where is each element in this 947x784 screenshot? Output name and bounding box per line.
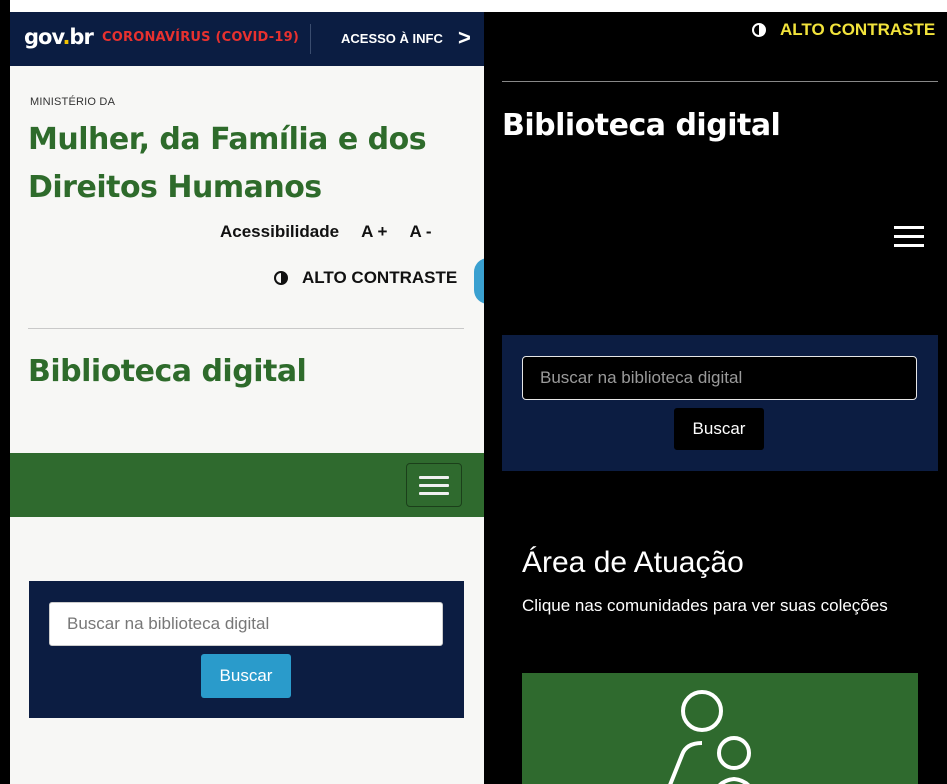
high-contrast-view: ALTO CONTRASTE Biblioteca digital Buscar… xyxy=(484,12,947,784)
community-card[interactable] xyxy=(522,673,918,784)
covid-link[interactable]: CORONAVÍRUS (COVID-19) xyxy=(102,30,299,45)
section-title: Área de Atuação xyxy=(522,546,744,579)
acesso-informacao-link[interactable]: ACESSO À INFC xyxy=(341,31,443,46)
gov-topbar: gov.br CORONAVÍRUS (COVID-19) ACESSO À I… xyxy=(10,12,484,66)
ministry-prefix: MINISTÉRIO DA xyxy=(30,96,116,108)
section-subtitle: Clique nas comunidades para ver suas col… xyxy=(522,596,888,615)
divider xyxy=(502,81,938,82)
page-title: Biblioteca digital xyxy=(502,108,781,143)
normal-mode-view: gov.br CORONAVÍRUS (COVID-19) ACESSO À I… xyxy=(10,12,484,784)
high-contrast-toggle[interactable]: ALTO CONTRASTE xyxy=(752,20,935,40)
menu-icon[interactable] xyxy=(406,463,462,507)
search-button[interactable]: Buscar xyxy=(201,654,291,698)
search-panel: Buscar na biblioteca digital Buscar xyxy=(29,581,464,718)
font-decrease-button[interactable]: A - xyxy=(410,222,432,241)
topbar-divider xyxy=(310,24,311,54)
contrast-icon xyxy=(752,23,766,37)
search-input[interactable]: Buscar na biblioteca digital xyxy=(49,602,443,646)
contrast-icon xyxy=(274,271,288,285)
page-title: Biblioteca digital xyxy=(28,354,307,389)
search-button[interactable]: Buscar xyxy=(674,408,764,450)
search-input[interactable]: Buscar na biblioteca digital xyxy=(522,356,917,400)
search-panel: Buscar na biblioteca digital Buscar xyxy=(502,335,938,471)
divider xyxy=(28,328,464,329)
ministry-name[interactable]: Mulher, da Família e dos Direitos Humano… xyxy=(28,116,468,212)
menu-icon[interactable] xyxy=(894,226,926,247)
accessibility-controls: Acessibilidade A + A - xyxy=(220,222,450,242)
govbr-logo[interactable]: gov.br xyxy=(24,25,94,49)
high-contrast-toggle[interactable]: ALTO CONTRASTE xyxy=(274,268,457,288)
contrast-label: ALTO CONTRASTE xyxy=(302,268,458,287)
chevron-right-icon[interactable]: > xyxy=(458,25,471,51)
contrast-label: ALTO CONTRASTE xyxy=(780,20,936,39)
side-tab[interactable] xyxy=(474,258,484,304)
font-increase-button[interactable]: A + xyxy=(361,222,387,241)
community-icon xyxy=(668,690,751,784)
accessibility-label: Acessibilidade xyxy=(220,222,340,241)
